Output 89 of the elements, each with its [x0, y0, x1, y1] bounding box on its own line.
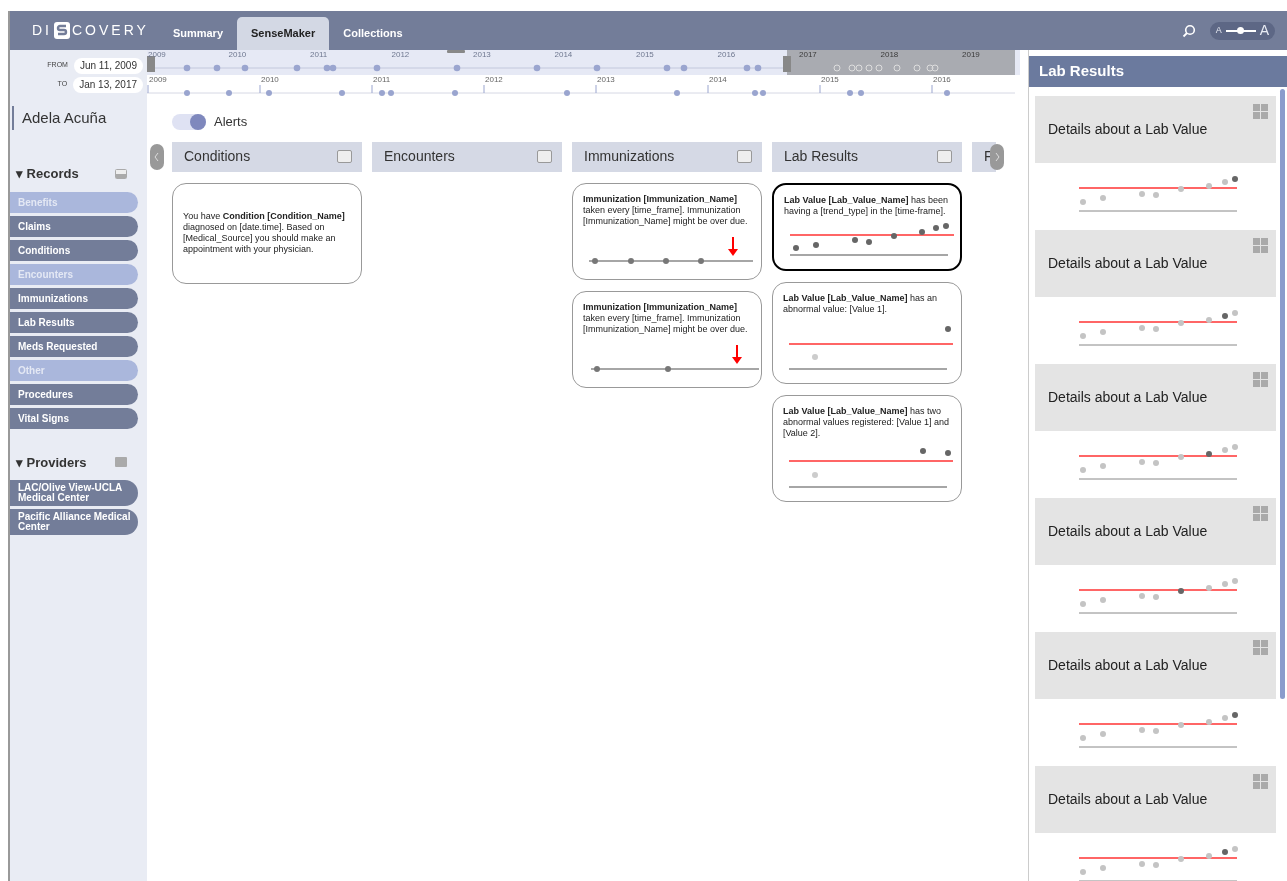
detail-title: Details about a Lab Value	[1048, 120, 1208, 139]
filter-pill[interactable]: Procedures	[10, 383, 138, 405]
scrollbar[interactable]	[1280, 89, 1285, 699]
grid-icon[interactable]	[1253, 506, 1268, 521]
grid-icon[interactable]	[1253, 640, 1268, 655]
detail-card-header[interactable]: Details about a Lab Value	[1035, 230, 1276, 297]
from-date-field[interactable]: Jun 11, 2009	[73, 57, 143, 74]
alert-text: Lab Value [Lab_Value_Name] has been having a [trend_type] in the [time-frame].	[784, 194, 950, 217]
overdue-arrow-icon	[732, 343, 742, 364]
alert-card[interactable]: Lab Value [Lab_Value_Name] has an abnormal value: [Value 1].	[772, 281, 962, 384]
grid-icon[interactable]	[1253, 372, 1268, 387]
detail-title: Details about a Lab Value	[1048, 388, 1208, 407]
year-label: 2014	[554, 50, 573, 59]
detail-card-header[interactable]: Details about a Lab Value	[1035, 632, 1276, 699]
year-label: 2011	[310, 50, 328, 59]
detail-title: Details about a Lab Value	[1048, 790, 1208, 809]
filter-pill[interactable]: Meds Requested	[10, 335, 138, 357]
year-label: 2012	[391, 50, 410, 59]
column-title: Immunizations	[584, 147, 675, 166]
year-label: 2016	[933, 75, 951, 84]
checkbox[interactable]	[337, 150, 352, 163]
timeline-overview[interactable]: 2009 2010 2011 2012 2013 2014 2015 2016 2017 2018 2019	[147, 50, 1020, 75]
detail-card-header[interactable]: Details about a Lab Value	[1035, 766, 1276, 833]
grid-icon[interactable]	[1253, 774, 1268, 789]
filter-pill[interactable]: Pacific Alliance Medical Center	[10, 509, 138, 535]
column-title: Conditions	[184, 147, 251, 166]
alerts-label: Alerts	[214, 113, 248, 131]
nav-tab[interactable]: Collections	[335, 17, 411, 50]
alert-card[interactable]: Lab Value [Lab_Value_Name] has two abnormal values registered: [Value 1] and [Value 2].	[772, 394, 962, 502]
detail-card-header[interactable]: Details about a Lab Value	[1035, 96, 1276, 163]
year-label: 2009	[148, 50, 166, 59]
alert-card[interactable]: You have Condition [Condition_Name] diagnosed on [date.time]. Based on [Medical_Source] you should make an appointment with your physician.	[172, 182, 362, 284]
year-label: 2018	[880, 50, 899, 59]
filter-pill[interactable]: LAC/Olive View-UCLA Medical Center	[10, 480, 138, 506]
grid-icon[interactable]	[1253, 104, 1268, 119]
year-label: 2009	[149, 75, 167, 84]
patient-name: Adela Acuña	[22, 109, 107, 126]
checkbox[interactable]	[937, 150, 952, 163]
detail-title: Details about a Lab Value	[1048, 522, 1208, 541]
nav-tab[interactable]: Summary	[164, 17, 231, 50]
year-label: 2016	[717, 50, 736, 59]
to-date-field[interactable]: Jan 13, 2017	[73, 76, 143, 93]
nav-tab[interactable]: SenseMaker	[237, 17, 330, 50]
year-label: 2015	[821, 75, 839, 84]
scroll-left-icon[interactable]	[150, 143, 164, 170]
alert-card[interactable]: Immunization [Immunization_Name] taken every [time_frame]. Immunization [Immunization_Name] might be over due.	[572, 182, 762, 280]
checkbox[interactable]	[737, 150, 752, 163]
alert-text: Lab Value [Lab_Value_Name] has two abnormal values registered: [Value 1] and [Value 2].	[783, 405, 950, 439]
year-label: 2013	[473, 50, 491, 59]
filter-pill[interactable]: Vital Signs	[10, 407, 138, 429]
detail-title: Details about a Lab Value	[1048, 656, 1208, 675]
filter-pill[interactable]: Lab Results	[10, 311, 138, 333]
year-label: 2010	[228, 50, 247, 59]
providers-heading[interactable]: ▾ Providers	[16, 452, 87, 472]
scroll-right-icon[interactable]	[990, 143, 1004, 170]
year-label: 2019	[962, 50, 980, 59]
filter-pill[interactable]: Conditions	[10, 239, 138, 261]
font-size-slider[interactable]: A A	[1209, 21, 1275, 40]
overdue-arrow-icon	[728, 235, 738, 256]
detail-card-header[interactable]: Details about a Lab Value	[1035, 498, 1276, 565]
filter-pill[interactable]: Immunizations	[10, 287, 138, 309]
search-icon[interactable]	[1181, 23, 1196, 38]
panel-title: Lab Results	[1029, 56, 1287, 87]
detail-title: Details about a Lab Value	[1048, 254, 1208, 273]
grid-icon[interactable]	[1253, 238, 1268, 253]
alert-text: You have Condition [Condition_Name] diagnosed on [date.time]. Based on [Medical_Source] you should make an appointment with your physician.	[183, 211, 346, 255]
alert-card[interactable]: Immunization [Immunization_Name] taken every [time_frame]. Immunization [Immunization_Name] might be over due.	[572, 290, 762, 388]
alert-text: Immunization [Immunization_Name] taken every [time_frame]. Immunization [Immunization_Name] might be over due.	[583, 193, 749, 227]
year-label: 2012	[485, 75, 503, 84]
year-label: 2013	[597, 75, 615, 84]
records-heading[interactable]: ▾ Records	[16, 164, 79, 184]
logo-icon	[54, 22, 70, 39]
alert-text: Immunization [Immunization_Name] taken every [time_frame]. Immunization [Immunization_Name] might be over due.	[583, 301, 749, 335]
column-title: Lab Results	[784, 147, 858, 166]
alert-text: Lab Value [Lab_Value_Name] has an abnormal value: [Value 1].	[783, 292, 939, 315]
alerts-toggle[interactable]	[172, 113, 206, 130]
detail-card-header[interactable]: Details about a Lab Value	[1035, 364, 1276, 431]
year-label: 2010	[261, 75, 279, 84]
logo: DI COVERY	[32, 21, 149, 41]
partial-checkbox-icon[interactable]	[115, 168, 127, 179]
year-label: 2014	[709, 75, 727, 84]
year-label: 2015	[636, 50, 654, 59]
year-label: 2017	[799, 50, 817, 59]
year-label: 2011	[373, 75, 391, 84]
checkbox[interactable]	[537, 150, 552, 163]
column-title: Encounters	[384, 147, 455, 166]
filter-pill[interactable]: Claims	[10, 215, 138, 237]
filled-checkbox-icon[interactable]	[115, 457, 127, 468]
alert-card[interactable]: Lab Value [Lab_Value_Name] has been having a [trend_type] in the [time-frame].	[772, 182, 962, 271]
